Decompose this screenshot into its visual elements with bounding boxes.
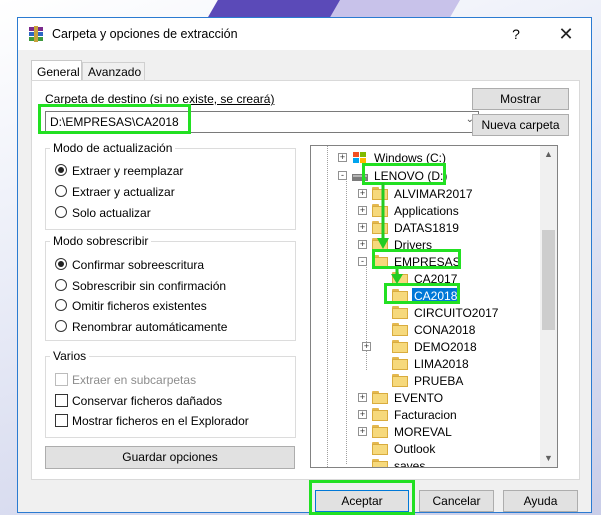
scroll-thumb[interactable] (542, 230, 555, 330)
show-button[interactable]: Mostrar (472, 88, 569, 110)
expand-icon[interactable]: + (358, 393, 367, 402)
scroll-up-icon[interactable]: ▲ (540, 146, 557, 163)
radio-button[interactable] (55, 320, 67, 332)
cancel-button[interactable]: Cancelar (419, 490, 494, 512)
collapse-icon[interactable]: - (338, 171, 347, 180)
folder-icon (392, 323, 408, 336)
expand-icon[interactable]: + (362, 342, 371, 351)
folder-icon (392, 357, 408, 370)
checkbox[interactable] (55, 414, 68, 427)
folder-tree[interactable]: ▲ ▼ + Windows (C:) - LENOVO (D:) + ALVIM… (310, 145, 558, 468)
annotation-highlight-accept (309, 480, 415, 515)
expand-icon[interactable]: + (358, 410, 367, 419)
expand-icon[interactable]: + (338, 153, 347, 162)
folder-icon (372, 459, 388, 467)
folder-icon (392, 374, 408, 387)
expand-icon[interactable]: + (358, 189, 367, 198)
folder-icon (372, 442, 388, 455)
radio-button[interactable] (55, 185, 67, 197)
radio-button[interactable] (55, 164, 67, 176)
expand-icon[interactable]: + (358, 206, 367, 215)
folder-icon (372, 408, 388, 421)
expand-icon[interactable]: + (358, 223, 367, 232)
radio-button[interactable] (55, 299, 67, 311)
overwrite-mode-title: Modo sobrescribir (50, 234, 152, 248)
window-title: Carpeta y opciones de extracción (52, 27, 238, 41)
radio-button[interactable] (55, 279, 67, 291)
save-options-button[interactable]: Guardar opciones (45, 446, 295, 469)
radio-button[interactable] (55, 258, 67, 270)
help-button[interactable]: Ayuda (503, 490, 578, 512)
tree-line (327, 146, 328, 467)
title-bar[interactable]: Carpeta y opciones de extracción ? ✕ (18, 18, 591, 50)
misc-title: Varios (50, 349, 90, 363)
update-mode-title: Modo de actualización (50, 141, 176, 155)
expand-icon[interactable]: + (358, 427, 367, 436)
winrar-icon (29, 26, 43, 42)
tab-advanced[interactable]: Avanzado (82, 62, 145, 80)
scroll-down-icon[interactable]: ▼ (540, 450, 557, 467)
new-folder-button[interactable]: Nueva carpeta (472, 114, 569, 136)
folder-icon (392, 306, 408, 319)
folder-icon (392, 340, 408, 353)
radio-button[interactable] (55, 206, 67, 218)
expand-icon[interactable]: + (358, 240, 367, 249)
collapse-icon[interactable]: - (358, 257, 367, 266)
tree-scrollbar[interactable]: ▲ ▼ (540, 146, 557, 467)
tab-general[interactable]: General (31, 60, 82, 82)
folder-icon (372, 391, 388, 404)
annotation-highlight-path (38, 104, 191, 134)
annotation-arrows (377, 183, 403, 284)
checkbox[interactable] (55, 373, 68, 386)
help-title-button[interactable]: ? (505, 24, 527, 44)
tree-line (366, 264, 367, 370)
close-icon[interactable]: ✕ (546, 24, 586, 44)
checkbox[interactable] (55, 394, 68, 407)
folder-icon (372, 425, 388, 438)
tree-line (346, 174, 347, 464)
